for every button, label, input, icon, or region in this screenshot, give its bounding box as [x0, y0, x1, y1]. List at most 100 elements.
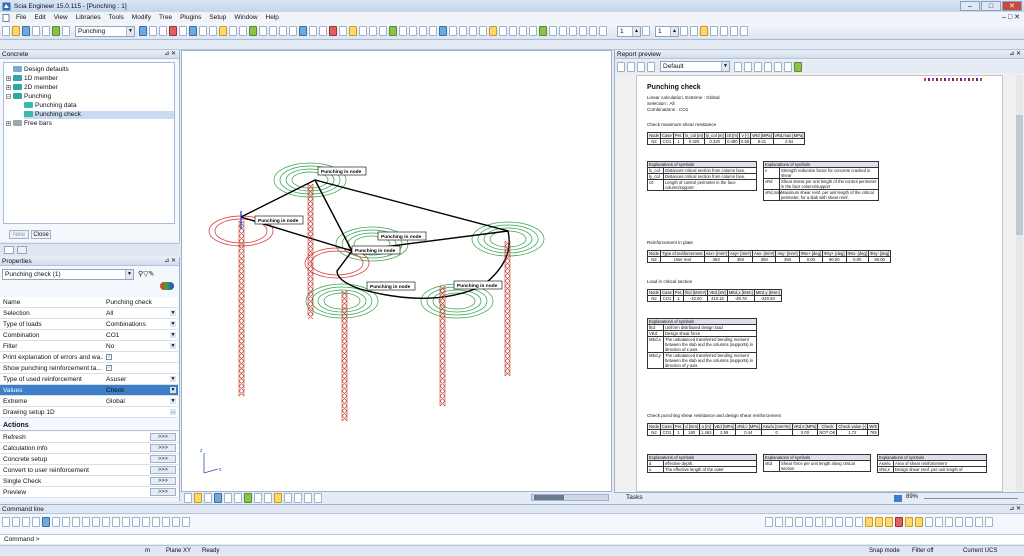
punching-node-label[interactable]: Punching in node — [453, 280, 503, 290]
cmd-tool-3-icon[interactable] — [22, 517, 30, 527]
snap-5-icon[interactable] — [805, 517, 813, 527]
view-scrollbar-thumb[interactable] — [534, 495, 564, 500]
action-row[interactable]: Calculation info >>> — [0, 443, 178, 454]
expand-icon[interactable]: + — [6, 120, 11, 126]
layout-icon[interactable] — [579, 26, 587, 36]
chevron-down-icon[interactable]: ▼ — [170, 387, 176, 393]
ortho-icon[interactable] — [559, 26, 567, 36]
view-tool-4-icon[interactable] — [214, 493, 222, 503]
cmd-tool-1-icon[interactable] — [2, 517, 10, 527]
report-printer-icon[interactable] — [637, 61, 645, 72]
view-tool-1-icon[interactable] — [184, 493, 192, 503]
view-tool-10-icon[interactable] — [274, 493, 282, 503]
spin-field-2[interactable]: 1 ▲ — [655, 25, 679, 37]
property-value[interactable]: Combinations — [106, 321, 146, 328]
visibility-icon[interactable] — [690, 26, 698, 36]
view-y-icon[interactable] — [199, 26, 207, 36]
tree-item-1d-member[interactable]: +1D member — [6, 75, 58, 83]
steel-icon[interactable] — [359, 26, 367, 36]
properties-icon[interactable] — [439, 26, 447, 36]
menu-tools[interactable]: Tools — [105, 14, 128, 21]
chevron-down-icon[interactable]: ▼ — [170, 321, 176, 327]
action-row[interactable]: Single Check >>> — [0, 476, 178, 487]
property-row[interactable]: Type of used reinforcement Asuser ▼ — [0, 374, 178, 385]
punching-node-label[interactable]: Punching in node — [254, 215, 304, 225]
property-checkbox[interactable]: ✓ — [106, 365, 112, 371]
cmd-tool-6-icon[interactable] — [52, 517, 60, 527]
snap-15-icon[interactable] — [905, 517, 913, 527]
snap-8-icon[interactable] — [835, 517, 843, 527]
cmd-tool-4-icon[interactable] — [32, 517, 40, 527]
grid-icon[interactable] — [269, 26, 277, 36]
wireframe-icon[interactable] — [179, 26, 187, 36]
spin-field-1[interactable]: 1 ▲ — [617, 25, 641, 37]
view-tool-9-icon[interactable] — [264, 493, 272, 503]
view-tool-5-icon[interactable] — [224, 493, 232, 503]
pin-close-icon[interactable]: ⊿ ✕ — [1009, 505, 1021, 514]
filter-icon[interactable] — [599, 26, 607, 36]
color-palette-icon[interactable] — [160, 282, 174, 290]
layers-icon[interactable] — [680, 26, 688, 36]
property-row[interactable]: Combination CO1 ▼ — [0, 330, 178, 341]
more-icon[interactable]: … — [170, 409, 176, 415]
undo-icon[interactable] — [32, 26, 40, 36]
load-icon[interactable] — [309, 26, 317, 36]
view-tool-3-icon[interactable] — [204, 493, 212, 503]
drawing-icon[interactable] — [409, 26, 417, 36]
property-row[interactable]: Values Check ▼ — [0, 385, 178, 396]
action-row[interactable]: Refresh >>> — [0, 432, 178, 443]
menu-plugins[interactable]: Plugins — [176, 14, 205, 21]
cmd-tool-11-icon[interactable] — [102, 517, 110, 527]
copy-icon[interactable] — [459, 26, 467, 36]
cmd-tool-9-icon[interactable] — [82, 517, 90, 527]
snap-20-icon[interactable] — [955, 517, 963, 527]
cmd-tool-12-icon[interactable] — [112, 517, 120, 527]
property-value[interactable]: Check — [106, 387, 124, 394]
snap-17-icon[interactable] — [925, 517, 933, 527]
document-report-icon[interactable] — [369, 26, 377, 36]
rotate-icon[interactable] — [219, 26, 227, 36]
mirror-icon[interactable] — [489, 26, 497, 36]
property-row[interactable]: Filter No ▼ — [0, 341, 178, 352]
connect-icon[interactable] — [539, 26, 547, 36]
tree-item-punching-data[interactable]: Punching data — [24, 102, 77, 110]
chevron-down-icon[interactable]: ▼ — [170, 310, 176, 316]
view-tool-7-icon[interactable] — [244, 493, 252, 503]
chevron-down-icon[interactable]: ▼ — [170, 376, 176, 382]
perspective-icon[interactable] — [279, 26, 287, 36]
text-icon[interactable] — [429, 26, 437, 36]
punching-node-label[interactable]: Punching in node — [351, 245, 401, 255]
workspace-combo[interactable]: Punching ▼ — [75, 25, 135, 37]
chevron-down-icon[interactable]: ▼ — [170, 343, 176, 349]
command-input[interactable]: Command > — [0, 534, 1024, 544]
snap-16-icon[interactable] — [915, 517, 923, 527]
tree-item-free-bars[interactable]: + Free bars — [6, 120, 52, 128]
chevron-down-icon[interactable]: ▼ — [170, 398, 176, 404]
snap-6-icon[interactable] — [815, 517, 823, 527]
redo-icon[interactable] — [42, 26, 50, 36]
report-style-combo[interactable]: Default ▼ — [660, 61, 730, 72]
property-value[interactable]: Asuser — [106, 376, 126, 383]
view-tool-11-icon[interactable] — [284, 493, 292, 503]
minimize-button[interactable]: – — [960, 1, 980, 11]
layer-icon[interactable] — [259, 26, 267, 36]
cmd-tool-14-icon[interactable] — [132, 517, 140, 527]
zoom-all-icon[interactable] — [139, 26, 147, 36]
property-value[interactable]: CO1 — [106, 332, 119, 339]
join-icon[interactable] — [519, 26, 527, 36]
report-settings-icon[interactable] — [617, 61, 625, 72]
maximize-button[interactable]: □ — [981, 1, 1001, 11]
snap-14-icon[interactable] — [895, 517, 903, 527]
snap-icon[interactable] — [549, 26, 557, 36]
snap-9-icon[interactable] — [845, 517, 853, 527]
toggle-icon[interactable] — [589, 26, 597, 36]
view-tool-2-icon[interactable] — [194, 493, 202, 503]
property-row[interactable]: Drawing setup 1D… — [0, 407, 178, 418]
tree-item-punching[interactable]: − Punching — [6, 93, 51, 101]
cmd-tool-15-icon[interactable] — [142, 517, 150, 527]
menu-view[interactable]: View — [50, 14, 72, 21]
frame-icon[interactable] — [730, 26, 738, 36]
dimension-icon[interactable] — [419, 26, 427, 36]
clipping-icon[interactable] — [720, 26, 728, 36]
view-tool-12-icon[interactable] — [294, 493, 302, 503]
